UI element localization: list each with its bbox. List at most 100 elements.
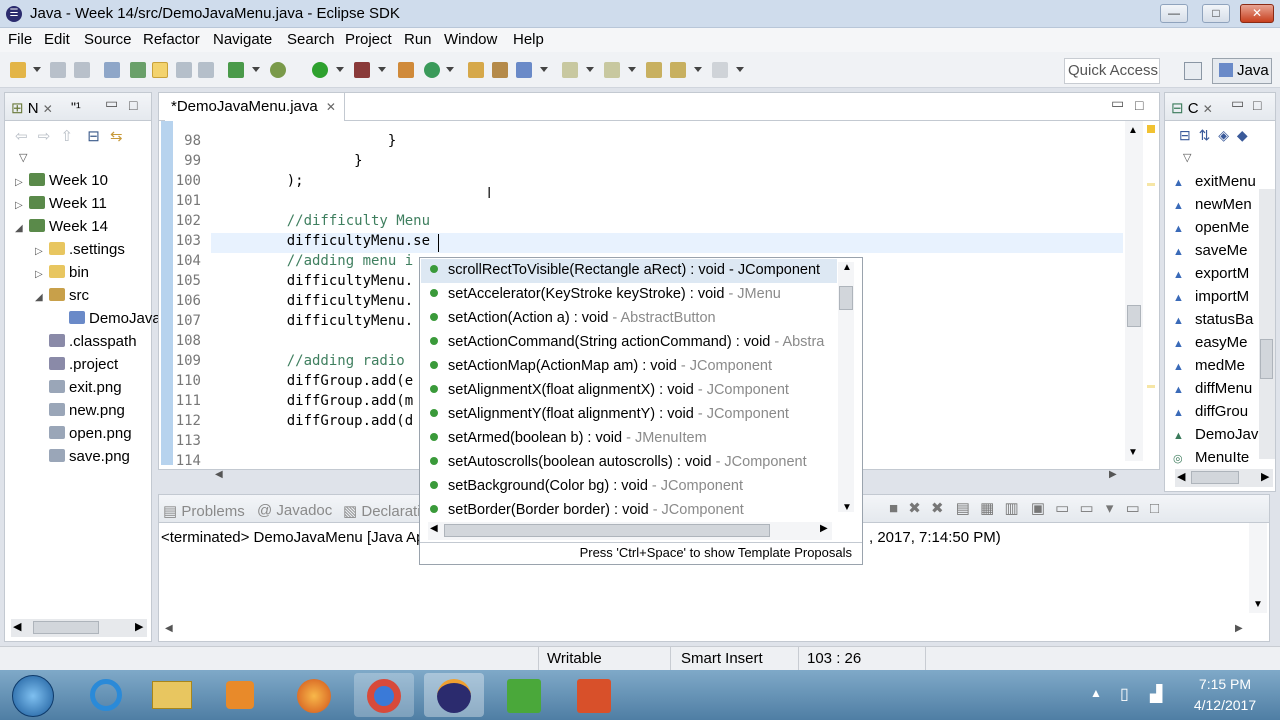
maximize-console-icon[interactable]: □ [1150, 500, 1159, 517]
outline-item[interactable]: ◎ MenuIte [1173, 449, 1249, 466]
proposal-item[interactable]: setArmed(boolean b) : void - JMenuItem [430, 430, 707, 446]
outline-item[interactable]: ▲ easyMe [1173, 334, 1248, 351]
new-dropdown-icon[interactable] [33, 67, 41, 72]
prev-annotation-dropdown-icon[interactable] [628, 67, 636, 72]
clear-console-icon[interactable]: ▤ [956, 500, 970, 517]
tab-outline[interactable]: ⊟ C ✕ [1171, 99, 1213, 117]
tree-item[interactable]: DemoJava [55, 310, 161, 327]
proposal-item[interactable]: setAutoscrolls(boolean autoscrolls) : vo… [430, 454, 807, 470]
scroll-left-icon[interactable]: ◀ [430, 523, 438, 534]
open-task-icon[interactable] [492, 62, 508, 78]
tab-javadoc[interactable]: @ Javadoc [257, 502, 332, 519]
remove-launch-icon[interactable]: ✖ [908, 500, 921, 517]
taskbar-time[interactable]: 7:15 PM [1180, 676, 1270, 692]
proposal-item[interactable]: scrollRectToVisible(Rectangle aRect) : v… [430, 262, 820, 278]
save-icon[interactable] [50, 62, 66, 78]
open-type-icon[interactable] [468, 62, 484, 78]
minimize-console-icon[interactable]: ▭ [1126, 500, 1140, 517]
new-icon[interactable] [10, 62, 26, 78]
forward-dropdown-icon[interactable] [736, 67, 744, 72]
terminate-icon[interactable]: ■ [889, 500, 898, 517]
save-all-icon[interactable] [74, 62, 90, 78]
menu-edit[interactable]: Edit [44, 31, 70, 48]
outline-item[interactable]: ▲ openMe [1173, 219, 1249, 236]
proposal-h-scrollbar[interactable]: ◀ ▶ [428, 522, 832, 540]
hide-fields-icon[interactable]: ◈ [1218, 127, 1229, 143]
tree-item[interactable]: save.png [35, 448, 130, 465]
scroll-down-icon[interactable]: ▼ [842, 502, 852, 513]
coverage-icon[interactable] [354, 62, 370, 78]
proposal-item[interactable]: setAccelerator(KeyStroke keyStroke) : vo… [430, 286, 781, 302]
proposal-item[interactable]: setActionMap(ActionMap am) : void - JCom… [430, 358, 772, 374]
file-explorer-icon[interactable] [142, 673, 202, 717]
open-console-icon[interactable]: ▭ [1080, 500, 1094, 517]
scroll-thumb[interactable] [839, 286, 853, 310]
minimize-button[interactable]: — [1160, 4, 1188, 23]
view-menu-icon[interactable]: ▽ [1183, 151, 1191, 164]
close-icon[interactable]: ✕ [326, 100, 336, 114]
eclipse-taskbar-icon[interactable] [424, 673, 484, 717]
toggle-breadcrumb-icon[interactable] [130, 62, 146, 78]
tab-declaration[interactable]: ▧ Declaratio [343, 502, 429, 520]
collapse-all-icon[interactable]: ⊟ [1179, 127, 1191, 143]
tree-item[interactable]: .classpath [35, 333, 137, 350]
tree-item[interactable]: ▷ Week 11 [15, 195, 107, 212]
outline-item[interactable]: ▲ diffMenu [1173, 380, 1252, 397]
menu-window[interactable]: Window [444, 31, 497, 48]
taskbar-date[interactable]: 4/12/2017 [1180, 697, 1270, 713]
menu-refactor[interactable]: Refactor [143, 31, 200, 48]
run-config-dropdown-icon[interactable] [252, 67, 260, 72]
proposal-item[interactable]: setBorder(Border border) : void - JCompo… [430, 502, 744, 518]
outline-item[interactable]: ▲ medMe [1173, 357, 1245, 374]
quick-access-input[interactable]: Quick Access [1064, 58, 1160, 84]
block-selection-icon[interactable] [176, 62, 192, 78]
scroll-left-icon[interactable]: ◀ [13, 620, 21, 633]
proposal-v-scrollbar[interactable]: ▲ ▼ [838, 262, 854, 513]
minimize-editor-icon[interactable]: ▭ [1111, 95, 1124, 112]
outline-item[interactable]: ▲ statusBa [1173, 311, 1253, 328]
expand-arrow-icon[interactable]: ◢ [15, 223, 29, 234]
scroll-left-icon[interactable]: ◀ [215, 469, 223, 480]
tab-type-hierarchy[interactable]: "¹ [71, 99, 81, 115]
mark-occurrences-icon[interactable] [152, 62, 168, 78]
firefox-icon[interactable] [284, 673, 344, 717]
outline-item[interactable]: ▲ newMen [1173, 196, 1252, 213]
hide-static-icon[interactable]: ◆ [1237, 127, 1248, 143]
link-editor-icon[interactable]: ⇆ [110, 128, 123, 145]
expand-arrow-icon[interactable]: ▷ [35, 246, 49, 257]
outline-h-scrollbar[interactable]: ◀ ▶ [1175, 469, 1273, 487]
scroll-thumb[interactable] [1127, 305, 1141, 327]
scroll-up-icon[interactable]: ▲ [1128, 125, 1138, 136]
tree-item[interactable]: .project [35, 356, 118, 373]
menu-project[interactable]: Project [345, 31, 392, 48]
tab-problems[interactable]: ▤ Problems [163, 502, 245, 520]
expand-arrow-icon[interactable]: ▷ [15, 200, 29, 211]
maximize-editor-icon[interactable]: □ [1135, 97, 1143, 113]
camtasia-red-icon[interactable] [564, 673, 624, 717]
outline-item[interactable]: ▲ importM [1173, 288, 1249, 305]
prev-annotation-icon[interactable] [604, 62, 620, 78]
chrome-icon[interactable] [354, 673, 414, 717]
properties-icon[interactable] [104, 62, 120, 78]
outline-v-scrollbar[interactable] [1259, 189, 1275, 459]
scroll-lock-icon[interactable]: ▦ [980, 500, 994, 517]
next-annotation-icon[interactable] [562, 62, 578, 78]
display-console-icon[interactable]: ▭ [1055, 500, 1069, 517]
close-icon[interactable]: ✕ [43, 102, 53, 116]
outline-item[interactable]: ▲ exportM [1173, 265, 1249, 282]
start-button-icon[interactable] [12, 675, 54, 717]
tree-item[interactable]: ◢ Week 14 [15, 218, 108, 235]
overview-marker-icon[interactable] [1147, 385, 1155, 388]
last-edit-icon[interactable] [646, 62, 662, 78]
pin-console-icon[interactable]: ▣ [1031, 500, 1045, 517]
scroll-thumb[interactable] [444, 524, 770, 537]
proposal-item[interactable]: setBackground(Color bg) : void - JCompon… [430, 478, 743, 494]
scroll-down-icon[interactable]: ▼ [1253, 599, 1263, 610]
tree-item[interactable]: exit.png [35, 379, 122, 396]
menu-run[interactable]: Run [404, 31, 432, 48]
tab-demojavamenu[interactable]: *DemoJavaMenu.java ✕ [165, 93, 345, 121]
back-dropdown-icon[interactable] [694, 67, 702, 72]
tree-item[interactable]: ▷ bin [35, 264, 89, 281]
tree-item[interactable]: new.png [35, 402, 125, 419]
scroll-left-icon[interactable]: ◀ [1177, 470, 1185, 483]
